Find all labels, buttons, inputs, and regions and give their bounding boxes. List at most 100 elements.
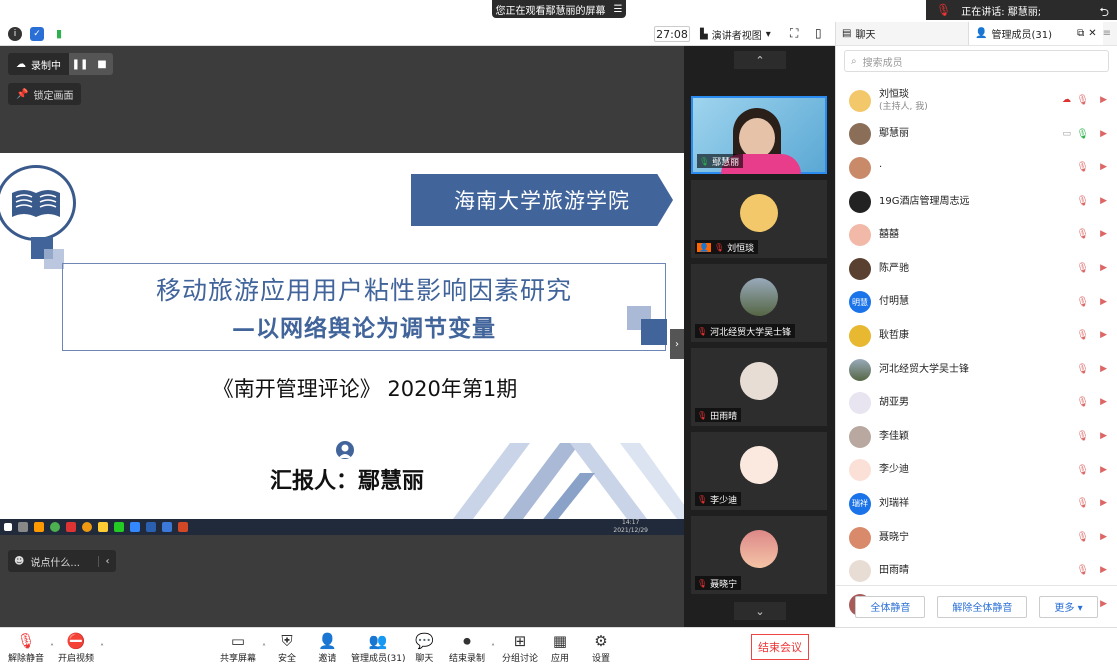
collapse-strip-button[interactable]: › xyxy=(670,329,684,359)
video-tile[interactable]: 🎙 李少迪 xyxy=(691,432,827,510)
member-row[interactable]: 田雨晴 🎙 ▶ xyxy=(836,554,1117,588)
video-tile[interactable]: 🎙 聂晓宁 xyxy=(691,516,827,594)
camera-off-icon[interactable]: ▶ xyxy=(1100,565,1107,575)
member-row[interactable]: 胡亚男 🎙 ▶ xyxy=(836,386,1117,420)
end-meeting-button[interactable]: 结束会议 xyxy=(751,634,809,660)
member-row[interactable]: 耿哲康 🎙 ▶ xyxy=(836,319,1117,353)
microphone-on-icon[interactable]: 🎙 xyxy=(1076,129,1089,140)
member-search-input[interactable]: ⌕ 搜索成员 xyxy=(844,50,1109,72)
microphone-muted-icon[interactable]: 🎙 xyxy=(1076,397,1089,408)
pause-recording-button[interactable]: ❚❚ xyxy=(69,53,91,75)
camera-off-icon[interactable]: ▶ xyxy=(1100,465,1107,475)
member-row[interactable]: 囍囍 🎙 ▶ xyxy=(836,218,1117,252)
breakout-rooms-button[interactable]: ⊞ 分组讨论 xyxy=(502,631,538,664)
unmute-button[interactable]: 🎙 解除静音 ˄ xyxy=(8,631,54,664)
microphone-muted-icon[interactable]: 🎙 xyxy=(1076,196,1089,207)
end-recording-button[interactable]: ⏺ 结束录制 ˄ xyxy=(449,631,495,664)
chevron-up-icon[interactable]: ˄ xyxy=(50,643,54,652)
manage-members-button[interactable]: 👥 管理成员(31) xyxy=(351,631,405,664)
emoji-icon[interactable]: ☻ xyxy=(14,556,24,567)
tab-chat[interactable]: ▤ 聊天 xyxy=(836,26,968,41)
strip-scroll-up-button[interactable]: ⌃ xyxy=(734,51,786,69)
quick-chat-input[interactable]: ☻ 说点什么... ‹ xyxy=(8,550,116,572)
video-tile[interactable]: 🎙 河北经贸大学吴士锋 xyxy=(691,264,827,342)
menu-icon[interactable]: ☰ xyxy=(614,4,623,15)
member-row[interactable]: 聂晓宁 🎙 ▶ xyxy=(836,521,1117,555)
menu-icon[interactable]: ≡ xyxy=(1103,28,1111,39)
camera-off-icon[interactable]: ▶ xyxy=(1100,397,1107,407)
camera-off-icon[interactable]: ▶ xyxy=(1100,263,1107,273)
signal-icon[interactable]: ▮ xyxy=(52,27,66,41)
member-row[interactable]: 李少迪 🎙 ▶ xyxy=(836,454,1117,488)
video-tile[interactable]: 🎙 田雨晴 xyxy=(691,348,827,426)
stop-recording-button[interactable]: ■ xyxy=(91,53,113,75)
app-icon xyxy=(34,522,44,532)
avatar xyxy=(849,89,871,112)
microphone-muted-icon[interactable]: 🎙 xyxy=(1076,162,1089,173)
chevron-up-icon[interactable]: ˄ xyxy=(100,643,104,652)
member-row[interactable]: 明慧 付明慧 🎙 ▶ xyxy=(836,286,1117,320)
settings-button[interactable]: ⚙ 设置 xyxy=(592,631,610,664)
camera-off-icon[interactable]: ▶ xyxy=(1100,330,1107,340)
tab-members[interactable]: 👤 管理成员(31) ⧉ ✕ xyxy=(968,22,1103,45)
video-tile[interactable]: 🎙 鄢慧丽 xyxy=(691,96,827,174)
mute-all-button[interactable]: 全体静音 xyxy=(855,595,926,618)
microphone-muted-icon[interactable]: 🎙 xyxy=(1076,532,1089,543)
camera-off-icon[interactable]: ▶ xyxy=(1100,364,1107,374)
info-icon[interactable]: i xyxy=(8,26,22,41)
chat-button[interactable]: 💬 聊天 xyxy=(415,631,434,664)
camera-off-icon[interactable]: ▶ xyxy=(1100,95,1107,105)
close-icon[interactable]: ✕ xyxy=(1088,28,1096,39)
strip-scroll-down-button[interactable]: ⌄ xyxy=(734,602,786,620)
invite-button[interactable]: 👤 邀请 xyxy=(318,631,337,664)
apps-button[interactable]: ▦ 应用 xyxy=(551,631,569,664)
camera-off-icon[interactable]: ▶ xyxy=(1100,498,1107,508)
camera-off-icon[interactable]: ▶ xyxy=(1100,196,1107,206)
chevron-up-icon[interactable]: ˄ xyxy=(262,643,266,652)
member-row[interactable]: 刘恒琰 (主持人, 我) ☁ 🎙 ▶ xyxy=(836,84,1117,118)
chevron-left-icon[interactable]: ‹ xyxy=(98,555,116,567)
microphone-muted-icon[interactable]: 🎙 xyxy=(1076,431,1089,442)
powerpoint-icon xyxy=(178,522,188,532)
fullscreen-icon[interactable]: ⛶ xyxy=(790,26,798,41)
member-row[interactable]: 河北经贸大学吴士锋 🎙 ▶ xyxy=(836,353,1117,387)
microphone-muted-icon[interactable]: 🎙 xyxy=(1076,330,1089,341)
member-row[interactable]: · 🎙 ▶ xyxy=(836,151,1117,185)
start-video-button[interactable]: ⛔ 开启视频 ˄ xyxy=(58,631,104,664)
shared-screen-stage: ☁ 录制中 ❚❚ ■ 📌 锁定画面 海南大学旅游学院 移动旅游应用用户粘性影响因… xyxy=(0,46,684,627)
unmute-all-button[interactable]: 解除全体静音 xyxy=(937,595,1028,618)
presenter-view-dropdown[interactable]: ▙ 演讲者视图 ▾ xyxy=(700,26,771,42)
sidebar-toggle-icon[interactable]: ▯ xyxy=(815,26,822,40)
member-row[interactable]: 李佳颖 🎙 ▶ xyxy=(836,420,1117,454)
more-button[interactable]: 更多 ▾ xyxy=(1039,595,1098,618)
shield-icon[interactable]: ✓ xyxy=(30,26,44,41)
share-screen-button[interactable]: ▭ 共享屏幕 ˄ xyxy=(220,631,266,664)
camera-off-icon[interactable]: ▶ xyxy=(1100,431,1107,441)
camera-off-icon[interactable]: ▶ xyxy=(1100,162,1107,172)
microphone-muted-icon[interactable]: 🎙 xyxy=(1076,565,1089,576)
microphone-muted-icon[interactable]: 🎙 xyxy=(1076,364,1089,375)
member-row[interactable]: 19G酒店管理周志远 🎙 ▶ xyxy=(836,185,1117,219)
chevron-up-icon[interactable]: ˄ xyxy=(491,643,495,652)
popout-icon[interactable]: ⧉ xyxy=(1077,28,1084,39)
camera-off-icon[interactable]: ▶ xyxy=(1100,532,1107,542)
camera-off-icon[interactable]: ▶ xyxy=(1100,129,1107,139)
member-row[interactable]: 瑞祥 刘瑞祥 🎙 ▶ xyxy=(836,487,1117,521)
avatar xyxy=(849,358,871,381)
microphone-muted-icon[interactable]: 🎙 xyxy=(1076,297,1089,308)
video-tile[interactable]: 👤 🎙 刘恒琰 xyxy=(691,180,827,258)
microphone-muted-icon[interactable]: 🎙 xyxy=(1076,229,1089,240)
lock-view-button[interactable]: 📌 锁定画面 xyxy=(8,83,82,105)
person-icon xyxy=(336,441,354,459)
microphone-muted-icon[interactable]: 🎙 xyxy=(1076,263,1089,274)
slide-subtitle: —以网络舆论为调节变量 xyxy=(232,315,496,342)
back-arrow-icon[interactable]: ⮌ xyxy=(1099,3,1109,24)
camera-off-icon[interactable]: ▶ xyxy=(1100,297,1107,307)
camera-off-icon[interactable]: ▶ xyxy=(1100,229,1107,239)
microphone-muted-icon[interactable]: 🎙 xyxy=(1076,498,1089,509)
microphone-muted-icon[interactable]: 🎙 xyxy=(1076,465,1089,476)
member-row[interactable]: 陈严驰 🎙 ▶ xyxy=(836,252,1117,286)
microphone-muted-icon[interactable]: 🎙 xyxy=(1076,95,1089,106)
security-button[interactable]: ⛨ 安全 xyxy=(278,631,296,664)
member-row[interactable]: 鄢慧丽 ▭ 🎙 ▶ xyxy=(836,118,1117,152)
